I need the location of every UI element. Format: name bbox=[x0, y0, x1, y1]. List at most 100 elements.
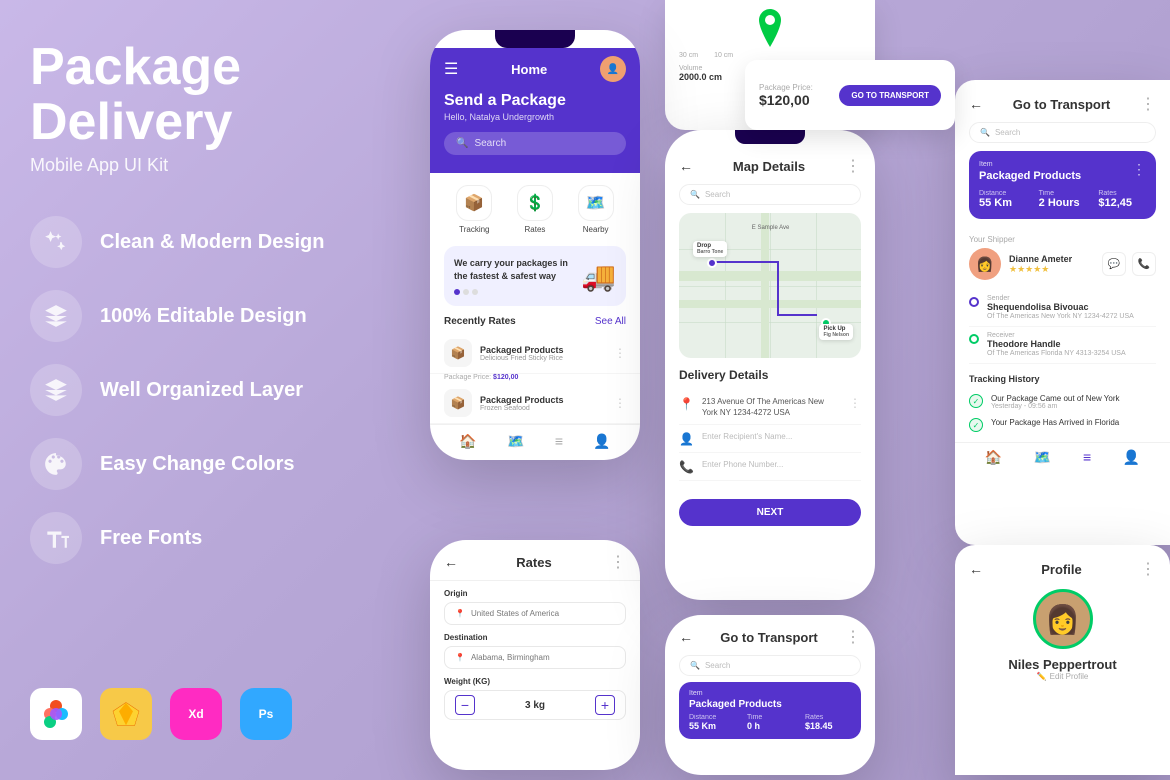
go-transport-btn[interactable]: GO TO TRANSPORT bbox=[839, 85, 941, 106]
carousel-dots bbox=[454, 289, 577, 295]
font-icon bbox=[43, 525, 69, 551]
rate-name-2: Packaged Products bbox=[480, 395, 606, 405]
tracking-nav[interactable]: 📦 Tracking bbox=[456, 185, 492, 234]
tnav-map[interactable]: 🗺️ bbox=[1034, 449, 1051, 466]
recipient-icon: 👤 bbox=[679, 432, 694, 446]
dest-label: Destination bbox=[444, 633, 626, 642]
phone-icon: 📞 bbox=[679, 460, 694, 474]
distance-col: Distance 55 Km bbox=[979, 190, 1027, 209]
weight-minus[interactable]: − bbox=[455, 695, 475, 715]
fonts-icon-circle bbox=[30, 512, 82, 564]
transport-header: ← Go to Transport ⋮ bbox=[955, 80, 1170, 122]
recipient-row[interactable]: 👤 Enter Recipient's Name... bbox=[679, 425, 861, 453]
weight-plus[interactable]: + bbox=[595, 695, 615, 715]
phone1-header: ☰ Home 👤 Send a Package Hello, Natalya U… bbox=[430, 48, 640, 173]
rate-desc-1: Delicious Fried Sticky Rice bbox=[480, 355, 606, 362]
delivery-details: Delivery Details 📍 213 Avenue Of The Ame… bbox=[665, 358, 875, 491]
ptb-rates-col: Rates $18.45 bbox=[805, 714, 851, 731]
nav-home[interactable]: 🏠 bbox=[459, 433, 476, 450]
tnav-list[interactable]: ≡ bbox=[1083, 449, 1091, 466]
map-screen-title: Map Details bbox=[733, 159, 805, 174]
message-btn[interactable]: 💬 bbox=[1102, 252, 1126, 276]
back-button[interactable]: ← bbox=[444, 554, 458, 570]
phone-row[interactable]: 📞 Enter Phone Number... bbox=[679, 453, 861, 481]
receiver-dot bbox=[969, 334, 979, 344]
address-more-icon[interactable]: ⋮ bbox=[849, 396, 861, 410]
tool-icons-row: Xd Ps bbox=[30, 688, 340, 740]
pickup-label: Pick UpFig Nelson bbox=[819, 324, 853, 340]
feature-fonts: Free Fonts bbox=[30, 512, 340, 564]
feature-colors-label: Easy Change Colors bbox=[100, 453, 295, 476]
promo-banner: We carry your packages in the fastest & … bbox=[444, 246, 626, 306]
ptb-header: ← Go to Transport ⋮ bbox=[665, 615, 875, 655]
profile-more-btn[interactable]: ⋮ bbox=[1140, 559, 1156, 579]
transport-back-btn[interactable]: ← bbox=[969, 96, 983, 112]
sender-dot bbox=[969, 297, 979, 307]
more-icon-2[interactable]: ⋮ bbox=[614, 396, 626, 410]
map-more-btn[interactable]: ⋮ bbox=[845, 156, 861, 176]
origin-val: United States of America bbox=[471, 609, 559, 618]
more-icon-1[interactable]: ⋮ bbox=[614, 346, 626, 360]
organized-icon-circle bbox=[30, 364, 82, 416]
feature-colors: Easy Change Colors bbox=[30, 438, 340, 490]
brand-title: PackageDelivery bbox=[30, 40, 340, 149]
next-button[interactable]: NEXT bbox=[679, 499, 861, 526]
tracking-icon: 📦 bbox=[456, 185, 492, 221]
card-more-icon[interactable]: ⋮ bbox=[1132, 161, 1146, 178]
ptb-item-name: Packaged Products bbox=[689, 699, 851, 710]
weight-value: 3 kg bbox=[525, 700, 545, 711]
phone-input: Enter Phone Number... bbox=[702, 459, 861, 470]
transport-search[interactable]: 🔍 Search bbox=[969, 122, 1156, 143]
phone1-topbar: ☰ Home 👤 bbox=[444, 48, 626, 92]
bottom-nav: 🏠 🗺️ ≡ 👤 bbox=[430, 424, 640, 458]
quick-nav: 📦 Tracking 💲 Rates 🗺️ Nearby bbox=[430, 173, 640, 246]
dim2: 10 cm bbox=[714, 52, 733, 59]
rates-nav[interactable]: 💲 Rates bbox=[517, 185, 553, 234]
location-icon: 📍 bbox=[455, 609, 465, 618]
hamburger-icon[interactable]: ☰ bbox=[444, 59, 458, 79]
see-all-link[interactable]: See All bbox=[595, 316, 626, 327]
rates-col: Rates $12,45 bbox=[1098, 190, 1146, 209]
shipper-name: Dianne Ameter bbox=[1009, 254, 1072, 264]
clean-icon-circle bbox=[30, 216, 82, 268]
search-bar[interactable]: 🔍 Search bbox=[444, 132, 626, 155]
map-header: ← Map Details ⋮ bbox=[665, 144, 875, 184]
ptb-search[interactable]: 🔍 Search bbox=[679, 655, 861, 676]
dest-val: Alabama, Birmingham bbox=[471, 653, 550, 662]
profile-avatar: 👩 bbox=[1033, 589, 1093, 649]
rate-icon-1: 📦 bbox=[444, 339, 472, 367]
nav-profile[interactable]: 👤 bbox=[593, 433, 610, 450]
phone-rates: ← Rates ⋮ Origin 📍 United States of Amer… bbox=[430, 540, 640, 770]
dest-input[interactable]: 📍 Alabama, Birmingham bbox=[444, 646, 626, 669]
nav-map[interactable]: 🗺️ bbox=[507, 433, 524, 450]
more-options[interactable]: ⋮ bbox=[610, 552, 626, 572]
tracking-section: Tracking History ✓ Our Package Came out … bbox=[955, 368, 1170, 442]
ptb-back-btn[interactable]: ← bbox=[679, 629, 693, 645]
transport-card-content: Item Packaged Products bbox=[979, 161, 1081, 190]
rates-icon: 💲 bbox=[517, 185, 553, 221]
rate-desc-2: Frozen Seafood bbox=[480, 405, 606, 412]
map-back-btn[interactable]: ← bbox=[679, 158, 693, 174]
profile-back-btn[interactable]: ← bbox=[969, 561, 983, 577]
transport-screen-title: Go to Transport bbox=[1013, 97, 1111, 112]
profile-edit[interactable]: ✏️ Edit Profile bbox=[1037, 672, 1089, 681]
map-search[interactable]: 🔍 Search bbox=[679, 184, 861, 205]
layers-icon bbox=[43, 377, 69, 403]
delivery-address: 213 Avenue Of The Americas New York NY 1… bbox=[702, 396, 841, 418]
recipient-input: Enter Recipient's Name... bbox=[702, 431, 861, 442]
call-btn[interactable]: 📞 bbox=[1132, 252, 1156, 276]
sender-receiver: Sender Shequendolisa Bivouac Of The Amer… bbox=[955, 286, 1170, 368]
delivery-address-row: 📍 213 Avenue Of The Americas New York NY… bbox=[679, 390, 861, 425]
tnav-home[interactable]: 🏠 bbox=[985, 449, 1002, 466]
transport-search-placeholder: Search bbox=[995, 128, 1020, 137]
ptb-more-btn[interactable]: ⋮ bbox=[845, 627, 861, 647]
origin-label: Origin bbox=[444, 589, 626, 598]
origin-input[interactable]: 📍 United States of America bbox=[444, 602, 626, 625]
nav-list[interactable]: ≡ bbox=[555, 433, 563, 450]
tnav-profile[interactable]: 👤 bbox=[1123, 449, 1140, 466]
rate-icon-2: 📦 bbox=[444, 389, 472, 417]
transport-more-btn[interactable]: ⋮ bbox=[1140, 94, 1156, 114]
price-value: $120,00 bbox=[759, 92, 813, 108]
transport-card: Item Packaged Products ⋮ Distance 55 Km … bbox=[969, 151, 1156, 219]
nearby-nav[interactable]: 🗺️ Nearby bbox=[578, 185, 614, 234]
